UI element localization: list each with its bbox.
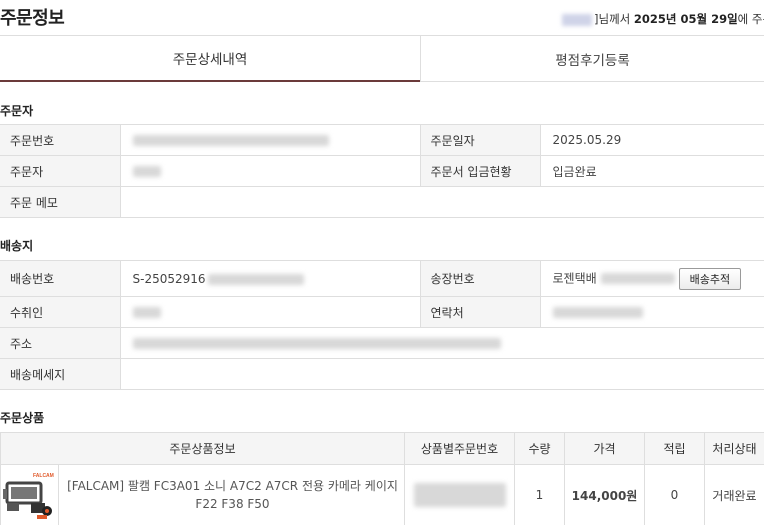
orderer-table: 주문번호 주문일자 2025.05.29 주문자 주문서 입금현황 입금완료 주… [0,124,764,218]
product-name-link[interactable]: [FALCAM] 팔캠 FC3A01 소니 A7C2 A7CR 전용 카메라 케… [59,477,404,513]
product-info-cell: FALCAM [FALCAM] 팔캠 FC3A01 소니 A7C2 A7CR 전… [0,464,405,525]
order-number-value [119,124,421,156]
invoice-number-redacted [600,273,675,284]
customer-name-redacted [562,13,592,26]
item-order-number-redacted [413,483,506,507]
delivery-message-label: 배송메세지 [0,358,121,390]
recipient-redacted [132,307,161,318]
address-value [119,327,764,359]
col-price: 가격 [564,432,645,465]
quantity-cell: 1 [514,464,565,525]
recipient-label: 수취인 [0,296,121,328]
orderer-name-redacted [132,166,161,177]
tab-bar: 주문상세내역 평점후기등록 [0,36,764,82]
points-cell: 0 [644,464,705,525]
shipping-section-title: 배송지 [0,239,34,253]
deposit-status-label: 주문서 입금현황 [419,155,541,187]
track-delivery-button[interactable]: 배송추적 [678,267,742,290]
status-cell: 거래완료 [704,464,764,525]
shipping-number-prefix: S-25052916 [132,271,206,286]
thumb-brand-text: FALCAM [33,473,54,479]
memo-label: 주문 메모 [0,186,121,218]
order-date-value: 2025.05.29 [539,124,764,156]
page-header: 주문정보 ]님께서 2025년 05월 29일에 주문하 [0,0,764,36]
orderer-value [119,155,421,187]
greeting-suffix: ]님께서 [594,12,631,26]
greeting-order-date: 2025년 05월 29일 [633,12,738,26]
greeting-tail: 에 주문하 [737,12,764,26]
address-redacted [132,338,501,349]
address-label: 주소 [0,327,121,359]
invoice-number-value: 로젠택배 배송추적 [539,260,764,297]
recipient-value [119,296,421,328]
shipping-number-label: 배송번호 [0,260,121,297]
col-product-info: 주문상품정보 [0,432,405,465]
col-status: 처리상태 [704,432,764,465]
contact-label: 연락처 [419,296,541,328]
shipping-number-value: S-25052916 [119,260,421,297]
order-number-redacted [132,135,329,146]
shipping-table: 배송번호 S-25052916 송장번호 로젠택배 배송추적 수취인 연락처 주소… [0,260,764,390]
col-quantity: 수량 [514,432,565,465]
camera-cage-icon: FALCAM [3,473,54,519]
col-item-order-number: 상품별주문번호 [404,432,515,465]
order-greeting: ]님께서 2025년 05월 29일에 주문하 [562,11,764,27]
product-thumbnail[interactable]: FALCAM [1,465,59,525]
products-section-title: 주문상품 [0,411,45,425]
order-number-label: 주문번호 [0,124,121,156]
table-row: FALCAM [FALCAM] 팔캠 FC3A01 소니 A7C2 A7CR 전… [0,464,764,525]
products-table: 주문상품정보 상품별주문번호 수량 가격 적립 처리상태 FALCAM [FAL… [0,432,764,525]
contact-redacted [552,307,643,318]
price-cell: 144,000원 [564,464,645,525]
deposit-status-value: 입금완료 [539,155,764,187]
item-order-number-cell [404,464,515,525]
delivery-message-value [119,358,764,390]
courier-name: 로젠택배 [552,271,597,285]
col-points: 적립 [644,432,705,465]
orderer-section-title: 주문자 [0,104,34,118]
shipping-number-redacted [207,273,304,285]
orderer-label: 주문자 [0,155,121,187]
tab-order-details[interactable]: 주문상세내역 [0,36,420,82]
page-title: 주문정보 [0,8,65,29]
memo-value [119,186,764,218]
order-date-label: 주문일자 [419,124,541,156]
tab-review-register[interactable]: 평점후기등록 [420,36,764,82]
invoice-number-label: 송장번호 [419,260,541,297]
contact-value [539,296,764,328]
